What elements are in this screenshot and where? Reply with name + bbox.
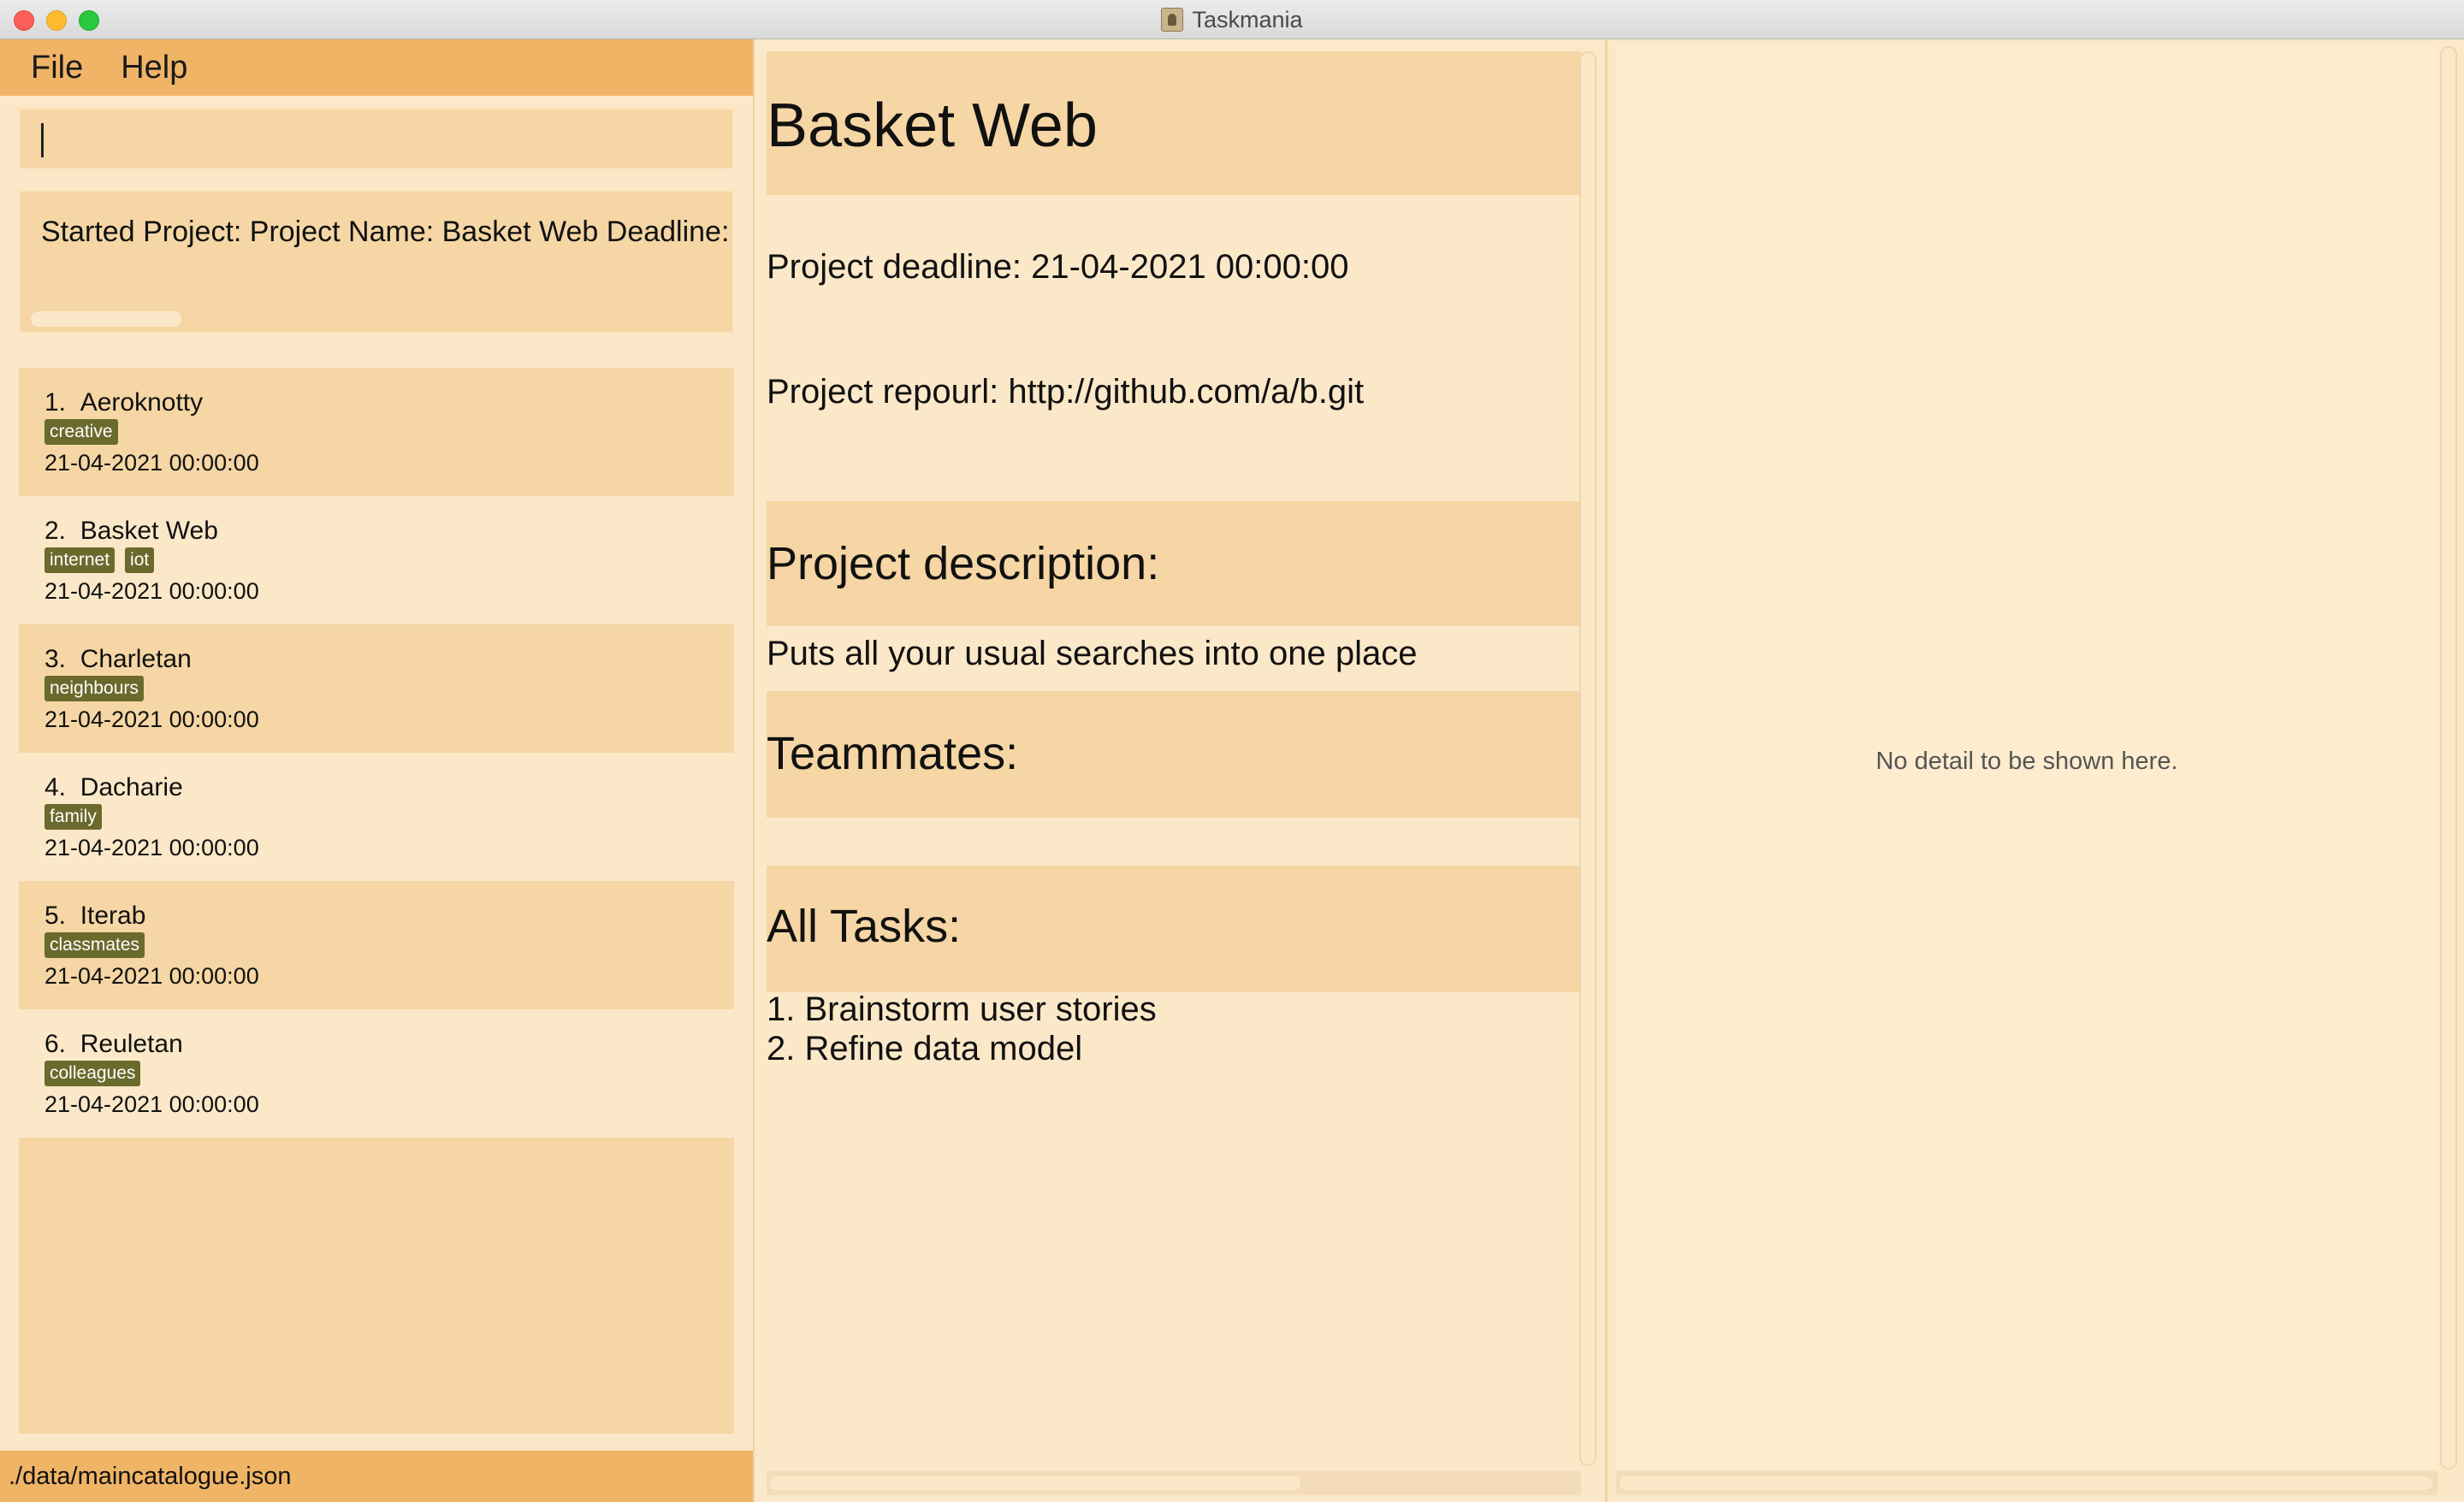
project-deadline: 21-04-2021 00:00:00: [44, 707, 259, 732]
tag-label: creative: [44, 419, 118, 445]
project-name: 2. Basket Web: [44, 517, 218, 545]
project-tags: neighbours: [44, 676, 144, 701]
project-name: 6. Reuletan: [44, 1030, 183, 1058]
project-card-2[interactable]: 2. Basket Web internet iot 21-04-2021 00…: [19, 496, 734, 624]
result-display: Started Project: Project Name: Basket We…: [19, 190, 734, 334]
tag-label: iot: [125, 547, 155, 573]
result-horizontal-scrollbar[interactable]: [31, 311, 181, 327]
project-card-5[interactable]: 5. Iterab classmates 21-04-2021 00:00:00: [19, 881, 734, 1009]
scrollbar-thumb[interactable]: [1620, 1476, 2432, 1490]
task-detail-vertical-scrollbar[interactable]: [2440, 46, 2457, 1469]
project-tags: internet iot: [44, 547, 155, 573]
window-title-text: Taskmania: [1192, 6, 1303, 33]
project-name: 1. Aeroknotty: [44, 388, 204, 417]
command-input[interactable]: [21, 109, 732, 168]
tag-label: neighbours: [44, 676, 144, 701]
project-deadline: 21-04-2021 00:00:00: [44, 1091, 259, 1117]
window-title: Taskmania: [0, 0, 2464, 39]
task-item-2: 2. Refine data model: [767, 1030, 1083, 1067]
scrollbar-thumb[interactable]: [770, 1476, 1300, 1490]
project-tags: classmates: [44, 932, 145, 958]
title-bar: Taskmania: [0, 0, 2464, 39]
project-list: 1. Aeroknotty creative 21-04-2021 00:00:…: [19, 368, 734, 1434]
task-detail-content: No detail to be shown here.: [1616, 44, 2437, 1469]
project-card-6[interactable]: 6. Reuletan colleagues 21-04-2021 00:00:…: [19, 1009, 734, 1138]
task-item-1: 1. Brainstorm user stories: [767, 990, 1157, 1028]
app-icon: [1161, 8, 1184, 32]
save-location: ./data/maincatalogue.json: [9, 1462, 292, 1490]
tag-label: classmates: [44, 932, 145, 958]
tag-label: internet: [44, 547, 116, 573]
project-detail-panel: Basket Web Project deadline: 21-04-2021 …: [753, 39, 1605, 1502]
project-deadline: 21-04-2021 00:00:00: [44, 835, 259, 860]
task-detail-panel: No detail to be shown here.: [1605, 39, 2464, 1502]
detail-horizontal-scrollbar[interactable]: [767, 1471, 1581, 1495]
project-card-3[interactable]: 3. Charletan neighbours 21-04-2021 00:00…: [19, 624, 734, 753]
detail-vertical-scrollbar[interactable]: [1579, 51, 1596, 1466]
tasks-heading: All Tasks:: [767, 901, 962, 952]
project-card-1[interactable]: 1. Aeroknotty creative 21-04-2021 00:00:…: [19, 368, 734, 496]
project-deadline: 21-04-2021 00:00:00: [44, 963, 259, 989]
teammates-heading: Teammates:: [767, 728, 1019, 779]
empty-detail-message: No detail to be shown here.: [1875, 748, 2178, 775]
project-deadline-text: Project deadline: 21-04-2021 00:00:00: [767, 248, 1349, 286]
tag-label: colleagues: [44, 1061, 141, 1086]
project-deadline: 21-04-2021 00:00:00: [44, 578, 259, 604]
project-name: 3. Charletan: [44, 645, 192, 673]
left-panel: File Help Started Project: Project Name:…: [0, 39, 753, 1502]
result-text: Started Project: Project Name: Basket We…: [41, 216, 732, 248]
project-tags: colleagues: [44, 1061, 141, 1086]
project-name: 5. Iterab: [44, 902, 146, 930]
project-description-text: Puts all your usual searches into one pl…: [767, 635, 1418, 672]
project-tags: family: [44, 804, 102, 830]
menu-file[interactable]: File: [31, 50, 83, 86]
project-repourl-text: Project repourl: http://github.com/a/b.g…: [767, 373, 1365, 411]
project-deadline: 21-04-2021 00:00:00: [44, 450, 259, 476]
task-detail-horizontal-scrollbar[interactable]: [1616, 1471, 2437, 1495]
menu-help[interactable]: Help: [121, 50, 187, 86]
project-name-heading: Basket Web: [767, 92, 1098, 160]
status-bar: ./data/maincatalogue.json: [0, 1451, 753, 1502]
menu-bar: File Help: [0, 39, 753, 96]
project-name: 4. Dacharie: [44, 773, 183, 801]
project-tags: creative: [44, 419, 118, 445]
tag-label: family: [44, 804, 102, 830]
command-box: [19, 108, 734, 169]
project-card-4[interactable]: 4. Dacharie family 21-04-2021 00:00:00: [19, 753, 734, 881]
text-caret: [41, 123, 44, 157]
description-heading: Project description:: [767, 538, 1160, 589]
